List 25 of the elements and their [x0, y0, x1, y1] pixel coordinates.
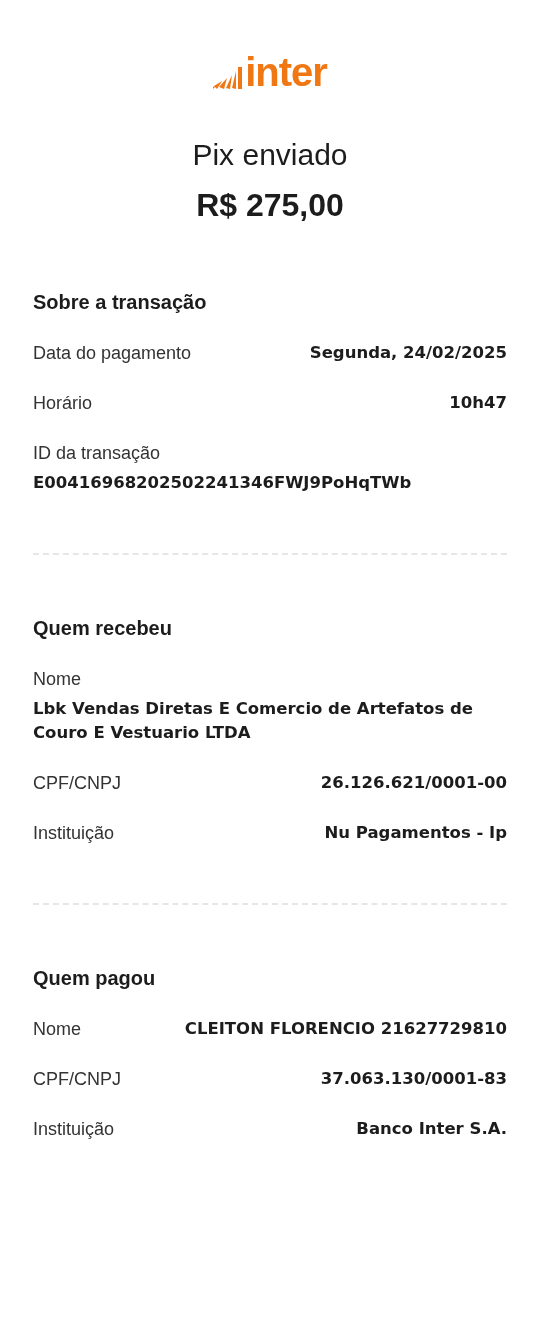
field-value: 26.126.621/0001-00	[320, 772, 507, 794]
sun-rays-icon	[213, 67, 244, 89]
field-label: Instituição	[33, 822, 115, 845]
field-value: CLEITON FLORENCIO 21627729810	[184, 1018, 507, 1040]
field-value: Banco Inter S.A.	[356, 1118, 507, 1140]
field-label: Nome	[33, 1018, 81, 1041]
field-label: Nome	[33, 668, 82, 691]
field-label: CPF/CNPJ	[33, 1068, 121, 1091]
field-label: ID da transação	[33, 442, 162, 465]
field-label: Data do pagamento	[33, 342, 192, 365]
field-value: Nu Pagamentos - Ip	[324, 822, 507, 844]
field-value: Segunda, 24/02/2025	[309, 342, 507, 364]
status-title: Pix enviado	[191, 137, 349, 173]
section-title: Quem pagou	[33, 966, 157, 991]
field-value: 37.063.130/0001-83	[320, 1068, 507, 1090]
section-title: Sobre a transação	[33, 290, 208, 315]
field-label: Instituição	[33, 1118, 115, 1141]
field-label: Horário	[33, 392, 93, 415]
amount: R$ 275,00	[195, 186, 345, 225]
section-title: Quem recebeu	[33, 616, 173, 641]
field-value: 10h47	[449, 392, 507, 414]
logo-wordmark: inter	[245, 52, 327, 92]
field-value: Lbk Vendas Diretas E Comercio de Artefatos de Couro E Vestuario LTDA	[33, 698, 474, 744]
field-value: E00416968202502241346FWJ9PoHqTWb	[33, 472, 413, 494]
field-label: CPF/CNPJ	[33, 772, 121, 795]
